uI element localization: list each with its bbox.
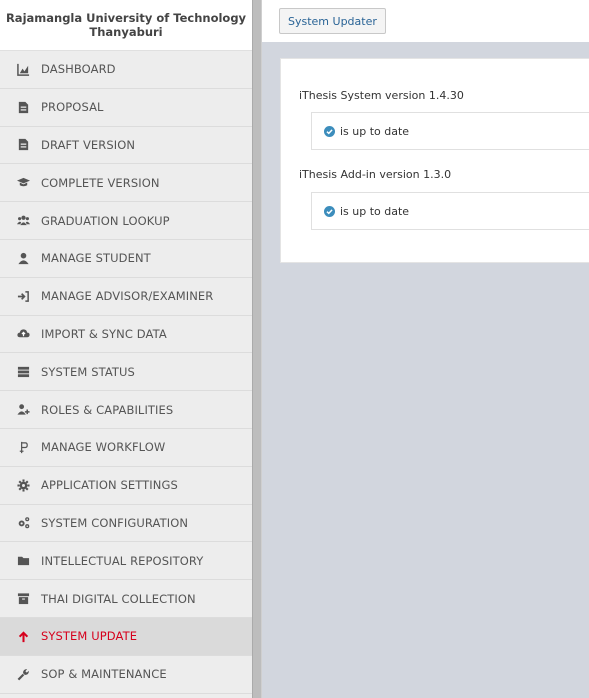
tab-system-updater[interactable]: System Updater	[279, 8, 386, 34]
sidebar-item-label: PROPOSAL	[41, 100, 104, 115]
sidebar-item-graduation-lookup[interactable]: GRADUATION LOOKUP	[0, 202, 252, 240]
archive-icon	[17, 592, 30, 605]
sidebar-item-system-configuration[interactable]: SYSTEM CONFIGURATION	[0, 505, 252, 543]
sidebar-item-label: DRAFT VERSION	[41, 137, 136, 152]
users-icon	[17, 214, 30, 227]
sidebar-item-label: ROLES & CAPABILITIES	[41, 402, 174, 417]
user-plus-icon	[17, 403, 30, 416]
system-status-text: is up to date	[340, 124, 410, 138]
addin-status-text: is up to date	[340, 204, 410, 218]
sidebar-item-system-update[interactable]: SYSTEM UPDATE	[0, 617, 252, 656]
chart-icon	[17, 63, 30, 76]
sidebar-item-system-status[interactable]: SYSTEM STATUS	[0, 353, 252, 392]
sidebar-item-thai-digital-collection[interactable]: THAI DIGITAL COLLECTION	[0, 580, 252, 618]
sidebar-item-label: SYSTEM STATUS	[41, 364, 135, 379]
sidebar-item-label: APPLICATION SETTINGS	[41, 478, 178, 493]
addin-version-label: iThesis Add-in version 1.3.0	[299, 168, 452, 181]
sidebar-item-label: DASHBOARD	[41, 62, 116, 77]
arrow-up-icon	[17, 630, 30, 643]
content-header: System Updater	[262, 0, 589, 42]
sidebar-item-label: MANAGE WORKFLOW	[41, 440, 166, 455]
updater-panel: iThesis System version 1.4.30 is up to d…	[280, 58, 589, 263]
sidebar-item-application-settings[interactable]: APPLICATION SETTINGS	[0, 467, 252, 505]
sidebar-item-manage-student[interactable]: MANAGE STUDENT	[0, 240, 252, 278]
sidebar-item-dashboard[interactable]: DASHBOARD	[0, 51, 252, 89]
sidebar-item-label: SYSTEM UPDATE	[41, 629, 138, 644]
sidebar-item-manage-workflow[interactable]: MANAGE WORKFLOW	[0, 429, 252, 467]
sidebar-splitter[interactable]	[252, 0, 262, 698]
system-status-box: is up to date	[311, 112, 589, 150]
sidebar-item-intellectual-repository[interactable]: INTELLECTUAL REPOSITORY	[0, 542, 252, 581]
sidebar-menu: DASHBOARD PROPOSAL DRAFT VERSION COMPLETE V…	[0, 51, 252, 694]
sidebar-item-label: SYSTEM CONFIGURATION	[41, 515, 189, 530]
sign-in-icon	[17, 290, 30, 303]
sidebar-item-label: IMPORT & SYNC DATA	[41, 326, 167, 341]
sidebar-item-complete-version[interactable]: COMPLETE VERSION	[0, 164, 252, 203]
check-circle-icon	[324, 205, 335, 217]
server-icon	[17, 365, 30, 378]
sidebar-item-roles-capabilities[interactable]: ROLES & CAPABILITIES	[0, 391, 252, 429]
graduation-cap-icon	[17, 176, 30, 189]
sidebar-item-proposal[interactable]: PROPOSAL	[0, 89, 252, 127]
brand[interactable]: Rajamangla University of Technology Than…	[0, 0, 252, 51]
gear-icon	[17, 479, 30, 492]
addin-status-box: is up to date	[311, 192, 589, 230]
sidebar-item-manage-advisor-examiner[interactable]: MANAGE ADVISOR/EXAMINER	[0, 278, 252, 316]
system-version-label: iThesis System version 1.4.30	[299, 89, 464, 102]
document-icon	[17, 101, 30, 114]
document-icon	[17, 138, 30, 151]
sidebar: Rajamangla University of Technology Than…	[0, 0, 252, 698]
sidebar-item-sop-maintenance[interactable]: SOP & MAINTENANCE	[0, 656, 252, 694]
user-icon	[17, 252, 30, 265]
sidebar-item-import-sync-data[interactable]: IMPORT & SYNC DATA	[0, 316, 252, 354]
folder-icon	[17, 554, 30, 567]
sidebar-item-label: INTELLECTUAL REPOSITORY	[41, 553, 204, 568]
sidebar-item-label: MANAGE ADVISOR/EXAMINER	[41, 289, 214, 304]
cloud-upload-icon	[17, 327, 30, 340]
brand-line2: Thanyaburi	[89, 25, 163, 39]
sidebar-item-label: THAI DIGITAL COLLECTION	[41, 591, 196, 606]
sidebar-item-label: GRADUATION LOOKUP	[41, 213, 170, 228]
sidebar-item-label: COMPLETE VERSION	[41, 175, 160, 190]
workflow-icon	[17, 441, 30, 454]
brand-line1: Rajamangla University of Technology	[5, 11, 247, 25]
check-circle-icon	[324, 125, 335, 137]
sidebar-item-draft-version[interactable]: DRAFT VERSION	[0, 127, 252, 165]
gears-icon	[17, 516, 30, 529]
wrench-icon	[17, 668, 30, 681]
sidebar-item-label: MANAGE STUDENT	[41, 251, 151, 266]
sidebar-item-label: SOP & MAINTENANCE	[41, 667, 167, 682]
